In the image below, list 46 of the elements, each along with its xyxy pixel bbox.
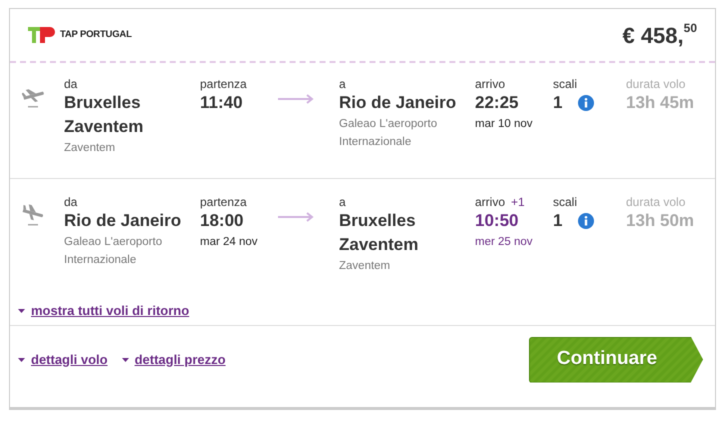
day-offset: +1 <box>511 195 525 209</box>
arrival-city: Rio de Janeiro <box>339 92 458 114</box>
stops-label: scali <box>553 77 578 91</box>
arrow-icon <box>278 212 315 222</box>
departure-label: partenza <box>200 195 248 209</box>
stops-count: 1 <box>553 210 562 232</box>
caret-icon <box>18 309 25 313</box>
arrow-icon <box>278 94 315 104</box>
duration: 13h 45m <box>626 92 694 114</box>
caret-icon <box>18 358 25 362</box>
arrival-date: mer 25 nov <box>475 235 534 250</box>
arrival-label: arrivo <box>475 195 506 209</box>
show-all-link[interactable]: mostra tutti voli di ritorno <box>31 301 190 321</box>
to-label: a <box>339 195 347 209</box>
duration: 13h 50m <box>626 210 694 232</box>
arrival-time: 22:25 <box>475 92 520 114</box>
departure-label: partenza <box>200 77 248 91</box>
duration-label: durata volo <box>626 195 686 209</box>
stops-count: 1 <box>553 92 562 114</box>
duration-label: durata volo <box>626 77 686 91</box>
departure-city: Bruxelles Zaventem <box>64 92 144 138</box>
details-link[interactable]: dettagli volo <box>31 350 108 370</box>
arrival-airport: Galeao L'aeroporto Internazionale <box>339 117 438 150</box>
arrival-city: Bruxelles Zaventem <box>339 210 420 256</box>
arrival-label: arrivo <box>475 77 506 91</box>
arrival-date: mar 10 nov <box>475 117 534 132</box>
departure-time: 18:00 <box>200 210 244 232</box>
info-icon[interactable] <box>578 95 594 111</box>
logo-icon <box>28 25 58 45</box>
from-label: da <box>64 77 78 91</box>
departure-time: 11:40 <box>200 92 244 114</box>
arrival-time: 10:50 <box>475 210 520 232</box>
info-icon[interactable] <box>578 213 594 229</box>
price: € 458,$^{50}$ <box>622 20 697 50</box>
departure-date: mar 24 nov <box>200 235 259 250</box>
details-link[interactable]: dettagli prezzo <box>134 350 226 370</box>
stops-label: scali <box>553 195 578 209</box>
arrival-airport: Zaventem <box>339 259 392 274</box>
to-label: a <box>339 77 347 91</box>
departure-airport: Galeao L'aeroporto Internazionale <box>64 235 164 268</box>
caret-icon <box>122 358 129 362</box>
departure-airport: Zaventem <box>64 141 116 156</box>
airline-name: TAP PORTUGAL <box>60 28 132 42</box>
departure-city: Rio de Janeiro <box>64 210 182 232</box>
plane-icon <box>22 204 46 226</box>
from-label: da <box>64 195 78 209</box>
